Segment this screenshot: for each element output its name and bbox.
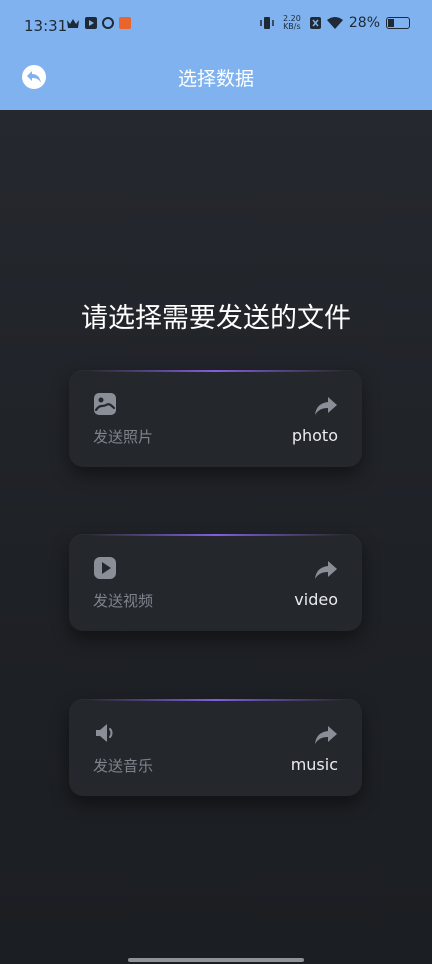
notification-icons bbox=[66, 17, 131, 29]
vibrate-icon bbox=[260, 17, 274, 29]
battery-percent: 28% bbox=[348, 15, 380, 31]
sync-icon bbox=[102, 17, 114, 29]
play-store-icon bbox=[85, 17, 97, 29]
video-play-icon bbox=[94, 557, 116, 579]
video-label: video bbox=[294, 590, 338, 609]
share-arrow-icon bbox=[315, 397, 337, 415]
top-bar: 13:31 2.20 KB/s 28% 选择数据 bbox=[0, 0, 432, 110]
share-arrow-icon bbox=[315, 561, 337, 579]
status-bar: 13:31 2.20 KB/s 28% bbox=[0, 0, 432, 50]
status-time: 13:31 bbox=[24, 17, 68, 35]
send-video-label: 发送视频 bbox=[93, 592, 154, 610]
main-content: 请选择需要发送的文件 发送照片 photo 发送视频 video 发送音乐 mu… bbox=[0, 110, 432, 964]
no-sim-icon bbox=[309, 17, 321, 29]
image-icon bbox=[94, 393, 116, 415]
gesture-nav-handle[interactable] bbox=[128, 958, 304, 962]
app-badge-icon bbox=[119, 17, 131, 29]
page-title: 请选择需要发送的文件 bbox=[81, 303, 351, 334]
network-speed: 2.20 KB/s bbox=[280, 15, 304, 31]
music-label: music bbox=[290, 755, 338, 774]
send-music-card[interactable]: 发送音乐 music bbox=[69, 699, 362, 796]
crown-icon bbox=[67, 19, 79, 28]
speed-unit: KB/s bbox=[283, 22, 301, 31]
speaker-icon bbox=[96, 724, 113, 742]
send-video-card[interactable]: 发送视频 video bbox=[69, 534, 362, 631]
share-arrow-icon bbox=[315, 726, 337, 744]
battery-icon bbox=[386, 17, 410, 29]
send-photo-card[interactable]: 发送照片 photo bbox=[69, 370, 362, 467]
page-header-title: 选择数据 bbox=[177, 68, 254, 90]
send-music-label: 发送音乐 bbox=[93, 757, 154, 775]
send-photo-label: 发送照片 bbox=[93, 428, 154, 446]
system-icons: 2.20 KB/s 28% bbox=[260, 15, 410, 31]
photo-label: photo bbox=[291, 426, 338, 445]
wifi-icon bbox=[326, 17, 343, 29]
